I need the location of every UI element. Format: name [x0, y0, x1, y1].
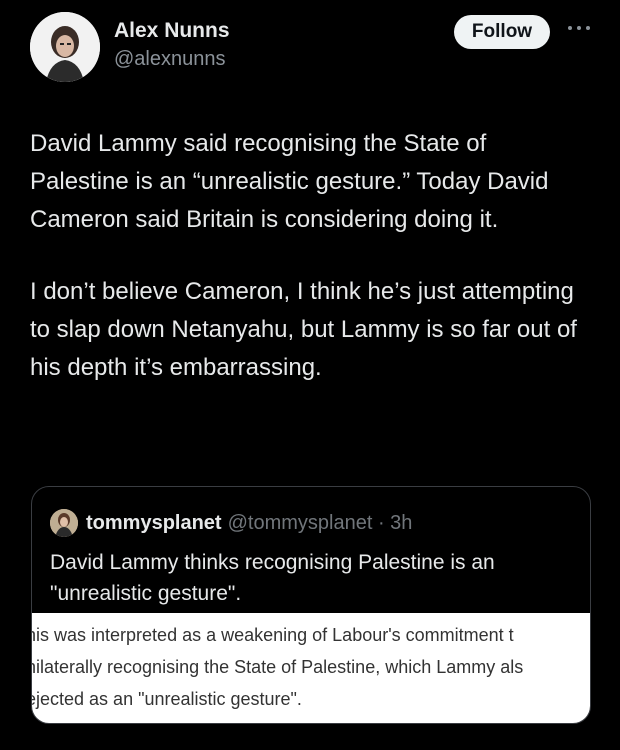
author-handle[interactable]: @alexnunns — [114, 46, 230, 72]
quoted-author-avatar — [50, 509, 78, 537]
quoted-tweet-text: David Lammy thinks recognising Palestine… — [50, 551, 495, 605]
tweet-paragraph: I don’t believe Cameron, I think he’s ju… — [30, 278, 577, 381]
tweet-text: David Lammy said recognising the State o… — [30, 125, 590, 421]
author-avatar-image — [30, 12, 100, 82]
quoted-author-name: tommysplanet — [86, 511, 222, 534]
quoted-tweet[interactable]: tommysplanet @tommysplanet · 3h David La… — [31, 486, 591, 724]
quoted-image-line: his was interpreted as a weakening of La… — [32, 625, 514, 645]
tweet-paragraph: David Lammy said recognising the State o… — [30, 130, 549, 233]
quoted-image-line: ejected as an "unrealistic gesture". — [32, 689, 302, 709]
quoted-tweet-image[interactable]: his was interpreted as a weakening of La… — [32, 613, 590, 723]
author-avatar[interactable] — [30, 12, 100, 82]
quoted-image-line: nilaterally recognising the State of Pal… — [32, 657, 524, 677]
quoted-author-handle-time: @tommysplanet · 3h — [227, 511, 413, 534]
more-horizontal-icon[interactable] — [562, 16, 596, 40]
quoted-tweet-header: tommysplanet @tommysplanet · 3h — [50, 509, 412, 537]
follow-button[interactable]: Follow — [454, 15, 550, 49]
author-names: Alex Nunns @alexnunns — [114, 18, 230, 72]
quoted-image-text: his was interpreted as a weakening of La… — [32, 619, 590, 715]
tweet-header: Alex Nunns @alexnunns Follow — [30, 12, 600, 82]
author-display-name[interactable]: Alex Nunns — [114, 18, 230, 44]
